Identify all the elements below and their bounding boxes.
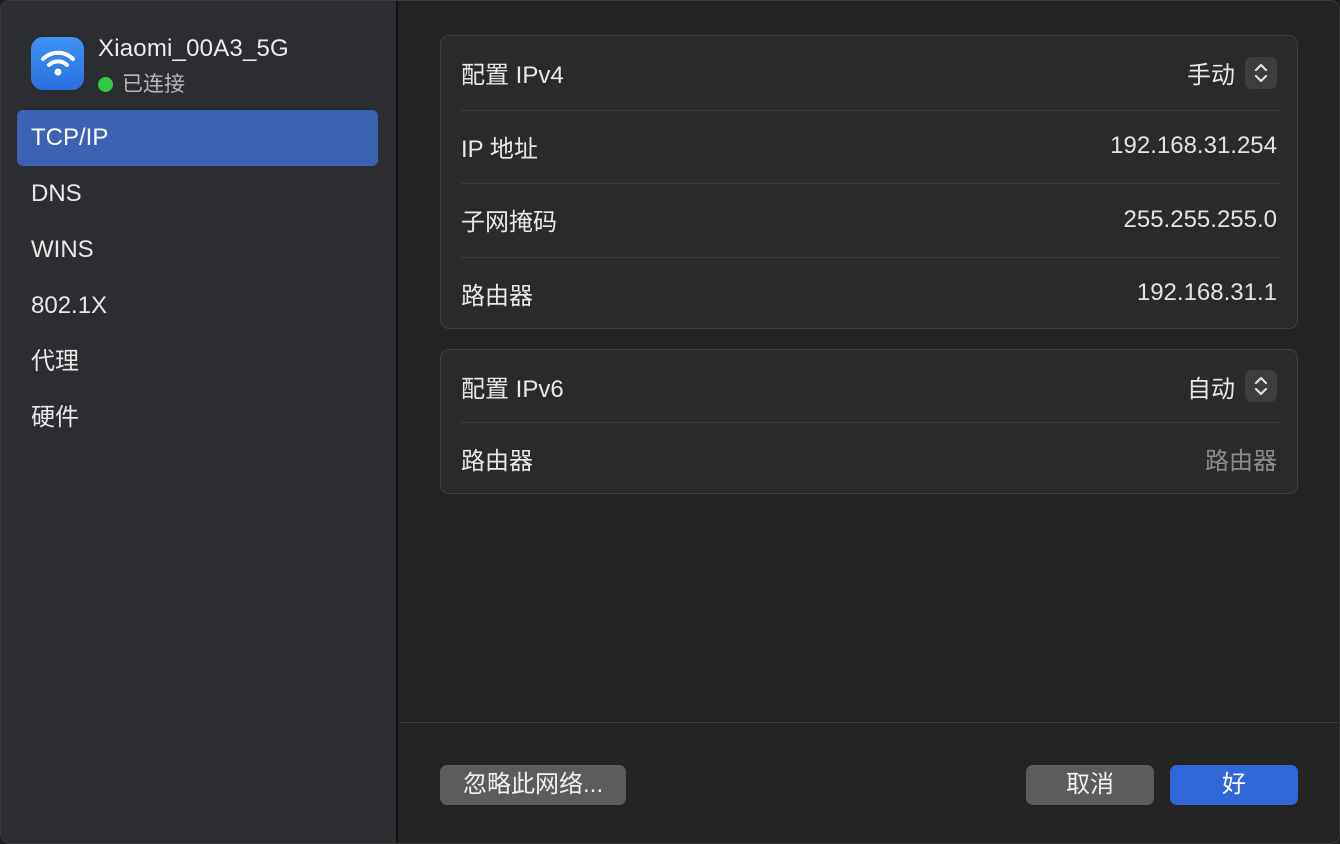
network-status: 已连接 [98,68,185,98]
footer-divider [400,722,1339,723]
subnet-mask-field[interactable]: 255.255.255.0 [1124,206,1277,234]
ipv4-group: 配置 IPv4 手动 IP 地址 192.168.31.254 子网掩码 255… [440,35,1298,329]
network-details-window: Xiaomi_00A3_5G 已连接 TCP/IP DNS WINS 802.1… [0,0,1340,844]
sidebar-item-dns[interactable]: DNS [17,166,378,222]
ipv6-router-row: 路由器 路由器 [441,422,1297,494]
sidebar-nav: TCP/IP DNS WINS 802.1X 代理 硬件 [17,110,378,446]
ipv6-router-label: 路由器 [461,447,533,475]
main-panel: 配置 IPv4 手动 IP 地址 192.168.31.254 子网掩码 255… [400,1,1339,843]
configure-ipv6-popup[interactable]: 自动 [1187,369,1277,404]
ipv4-router-label: 路由器 [461,282,533,310]
ipv4-router-field[interactable]: 192.168.31.1 [1137,279,1277,307]
ip-address-field[interactable]: 192.168.31.254 [1110,132,1277,160]
network-header: Xiaomi_00A3_5G 已连接 [31,35,371,98]
sidebar-item-wins[interactable]: WINS [17,222,378,278]
configure-ipv4-row: 配置 IPv4 手动 [441,36,1297,110]
configure-ipv4-value: 手动 [1187,62,1235,90]
configure-ipv4-popup[interactable]: 手动 [1187,55,1277,90]
sidebar-item-tcpip[interactable]: TCP/IP [17,110,378,166]
cancel-button[interactable]: 取消 [1026,765,1154,805]
network-name: Xiaomi_00A3_5G [98,35,289,62]
ip-address-row: IP 地址 192.168.31.254 [441,109,1297,184]
configure-ipv6-value: 自动 [1187,375,1235,403]
ipv6-group: 配置 IPv6 自动 路由器 路由器 [440,349,1298,494]
ipv4-router-row: 路由器 192.168.31.1 [441,256,1297,331]
chevron-updown-icon [1245,370,1277,402]
ok-button[interactable]: 好 [1170,765,1298,805]
subnet-mask-row: 子网掩码 255.255.255.0 [441,183,1297,257]
forget-network-button[interactable]: 忽略此网络... [440,765,626,805]
connected-status-dot [98,77,113,92]
sidebar: Xiaomi_00A3_5G 已连接 TCP/IP DNS WINS 802.1… [1,1,398,843]
configure-ipv6-row: 配置 IPv6 自动 [441,350,1297,422]
network-status-label: 已连接 [122,73,185,96]
sidebar-item-8021x[interactable]: 802.1X [17,278,378,334]
ipv6-router-field[interactable]: 路由器 [1205,441,1277,476]
sidebar-item-proxy[interactable]: 代理 [17,334,378,390]
chevron-updown-icon [1245,56,1277,89]
configure-ipv4-label: 配置 IPv4 [461,62,564,90]
wifi-icon [31,37,84,90]
subnet-mask-label: 子网掩码 [461,209,557,237]
configure-ipv6-label: 配置 IPv6 [461,375,564,403]
ip-address-label: IP 地址 [461,135,538,163]
sidebar-item-hardware[interactable]: 硬件 [17,390,378,446]
